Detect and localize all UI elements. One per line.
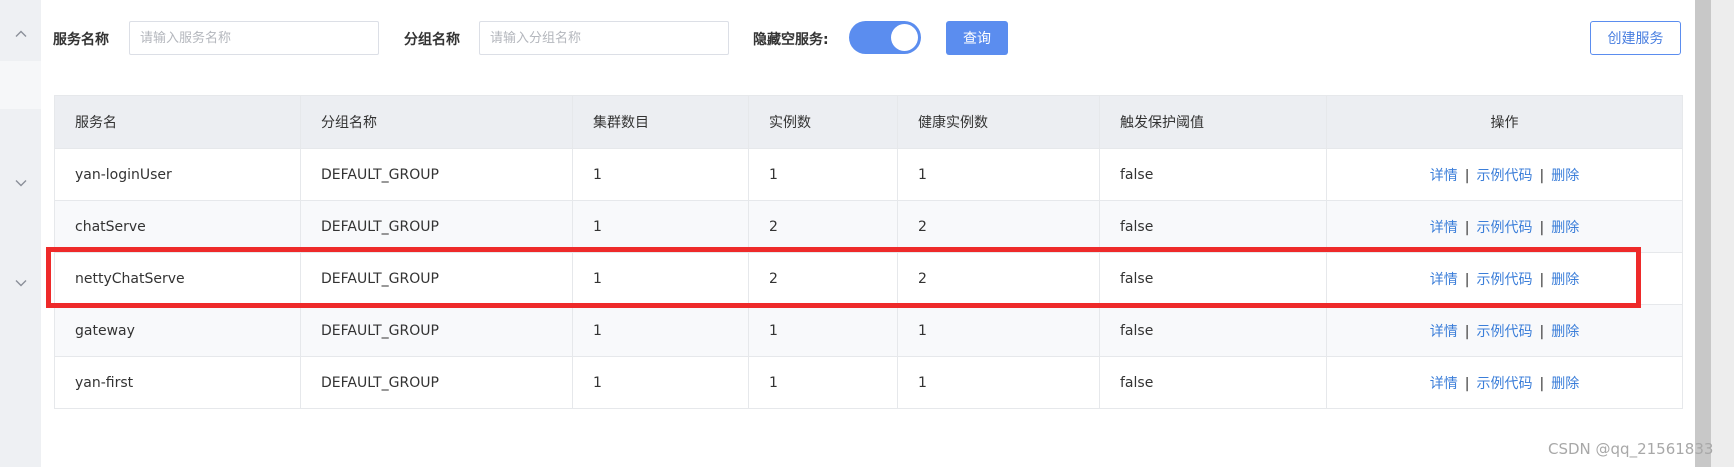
service-name-input[interactable]	[129, 21, 379, 55]
detail-link[interactable]: 详情	[1430, 324, 1458, 340]
service-name-cell: nettyChatServe	[54, 252, 301, 305]
cluster-count-cell: 1	[572, 252, 749, 305]
detail-link[interactable]: 详情	[1430, 272, 1458, 288]
services-table: 服务名 分组名称 集群数目 实例数 健康实例数 触发保护阈值 操作 yan-lo…	[54, 95, 1683, 409]
table-row: nettyChatServe DEFAULT_GROUP 1 2 2 false…	[54, 252, 1683, 305]
group-name-cell: DEFAULT_GROUP	[300, 148, 573, 201]
actions-cell: 详情 | 示例代码 | 删除	[1326, 304, 1683, 357]
sample-code-link[interactable]: 示例代码	[1477, 324, 1533, 340]
protect-threshold-cell: false	[1099, 304, 1327, 357]
separator: |	[1464, 271, 1470, 288]
detail-link[interactable]: 详情	[1430, 376, 1458, 392]
healthy-instances-cell: 1	[897, 356, 1100, 409]
table-row: yan-first DEFAULT_GROUP 1 1 1 false 详情 | 示…	[54, 356, 1683, 409]
detail-link[interactable]: 详情	[1430, 220, 1458, 236]
cluster-count-cell: 1	[572, 200, 749, 253]
separator: |	[1539, 323, 1545, 340]
healthy-instances-cell: 1	[897, 148, 1100, 201]
instance-count-cell: 1	[748, 356, 898, 409]
cluster-count-cell: 1	[572, 304, 749, 357]
table-row: yan-loginUser DEFAULT_GROUP 1 1 1 false …	[54, 148, 1683, 201]
column-header-cluster-count: 集群数目	[572, 95, 749, 149]
column-header-service-name: 服务名	[54, 95, 301, 149]
separator: |	[1539, 167, 1545, 184]
delete-link[interactable]: 删除	[1551, 376, 1579, 392]
chevron-down-icon[interactable]	[13, 175, 29, 191]
separator: |	[1464, 219, 1470, 236]
actions-cell: 详情 | 示例代码 | 删除	[1326, 252, 1683, 305]
group-name-cell: DEFAULT_GROUP	[300, 304, 573, 357]
separator: |	[1464, 323, 1470, 340]
separator: |	[1539, 375, 1545, 392]
separator: |	[1539, 219, 1545, 236]
service-name-cell: chatServe	[54, 200, 301, 253]
group-name-cell: DEFAULT_GROUP	[300, 200, 573, 253]
actions-cell: 详情 | 示例代码 | 删除	[1326, 356, 1683, 409]
actions-cell: 详情 | 示例代码 | 删除	[1326, 148, 1683, 201]
delete-link[interactable]: 删除	[1551, 168, 1579, 184]
delete-link[interactable]: 删除	[1551, 272, 1579, 288]
group-name-cell: DEFAULT_GROUP	[300, 252, 573, 305]
table-row: chatServe DEFAULT_GROUP 1 2 2 false 详情 | 示…	[54, 200, 1683, 253]
cluster-count-cell: 1	[572, 356, 749, 409]
sidebar-selected-item[interactable]	[0, 61, 41, 109]
vertical-scrollbar[interactable]	[1695, 0, 1711, 467]
delete-link[interactable]: 删除	[1551, 220, 1579, 236]
healthy-instances-cell: 2	[897, 200, 1100, 253]
delete-link[interactable]: 删除	[1551, 324, 1579, 340]
instance-count-cell: 1	[748, 148, 898, 201]
service-name-cell: yan-first	[54, 356, 301, 409]
instance-count-cell: 2	[748, 200, 898, 253]
column-header-healthy-instances: 健康实例数	[897, 95, 1100, 149]
group-name-input[interactable]	[479, 21, 729, 55]
protect-threshold-cell: false	[1099, 252, 1327, 305]
group-name-label: 分组名称	[404, 32, 460, 48]
healthy-instances-cell: 2	[897, 252, 1100, 305]
column-header-protect-threshold: 触发保护阈值	[1099, 95, 1327, 149]
group-name-cell: DEFAULT_GROUP	[300, 356, 573, 409]
sample-code-link[interactable]: 示例代码	[1477, 220, 1533, 236]
service-name-cell: yan-loginUser	[54, 148, 301, 201]
hide-empty-services-toggle[interactable]	[849, 21, 921, 54]
protect-threshold-cell: false	[1099, 356, 1327, 409]
chevron-down-icon[interactable]	[13, 275, 29, 291]
watermark: CSDN @qq_21561833	[1548, 440, 1714, 458]
sample-code-link[interactable]: 示例代码	[1477, 168, 1533, 184]
table-header-row: 服务名 分组名称 集群数目 实例数 健康实例数 触发保护阈值 操作	[54, 95, 1683, 149]
instance-count-cell: 1	[748, 304, 898, 357]
service-name-cell: gateway	[54, 304, 301, 357]
separator: |	[1539, 271, 1545, 288]
create-service-button[interactable]: 创建服务	[1590, 21, 1681, 55]
toggle-knob	[891, 24, 918, 51]
protect-threshold-cell: false	[1099, 200, 1327, 253]
detail-link[interactable]: 详情	[1430, 168, 1458, 184]
healthy-instances-cell: 1	[897, 304, 1100, 357]
separator: |	[1464, 167, 1470, 184]
protect-threshold-cell: false	[1099, 148, 1327, 201]
query-button[interactable]: 查询	[946, 21, 1008, 55]
column-header-instance-count: 实例数	[748, 95, 898, 149]
column-header-actions: 操作	[1326, 95, 1683, 149]
column-header-group-name: 分组名称	[300, 95, 573, 149]
service-name-label: 服务名称	[53, 32, 109, 48]
instance-count-cell: 2	[748, 252, 898, 305]
separator: |	[1464, 375, 1470, 392]
scrollbar-gutter	[1711, 0, 1734, 467]
chevron-up-icon[interactable]	[13, 26, 29, 42]
sample-code-link[interactable]: 示例代码	[1477, 272, 1533, 288]
sample-code-link[interactable]: 示例代码	[1477, 376, 1533, 392]
hide-empty-services-label: 隐藏空服务:	[753, 32, 829, 48]
cluster-count-cell: 1	[572, 148, 749, 201]
table-row: gateway DEFAULT_GROUP 1 1 1 false 详情 | 示例代…	[54, 304, 1683, 357]
sidebar	[0, 0, 41, 467]
actions-cell: 详情 | 示例代码 | 删除	[1326, 200, 1683, 253]
